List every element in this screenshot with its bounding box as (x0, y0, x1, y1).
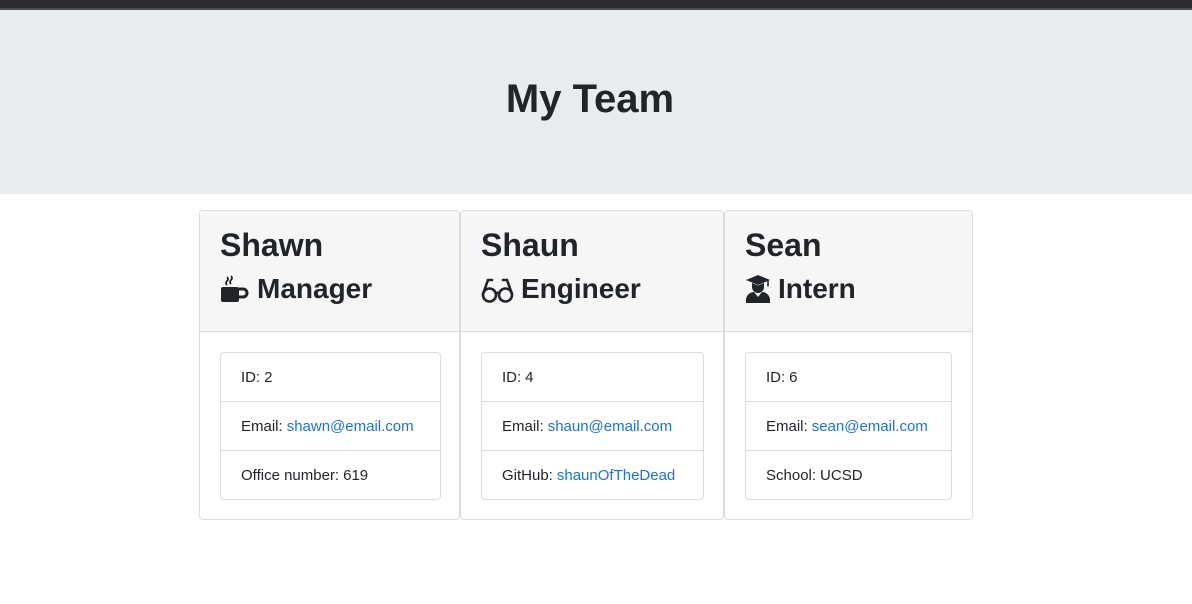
card-header: Sean Intern (725, 211, 972, 332)
employee-card-intern: Sean Intern ID: 6 Email: sean@email.com … (724, 210, 973, 520)
employee-role: Engineer (481, 272, 703, 306)
card-body: ID: 2 Email: shawn@email.com Office numb… (200, 332, 459, 500)
card-body: ID: 6 Email: sean@email.com School: UCSD (725, 332, 972, 500)
id-item: ID: 2 (221, 353, 440, 402)
employee-role: Manager (220, 272, 439, 306)
email-item: Email: sean@email.com (746, 402, 951, 451)
glasses-icon (481, 274, 514, 304)
id-value: 2 (264, 368, 273, 386)
card-header: Shawn Manager (200, 211, 459, 332)
card-header: Shaun Engineer (461, 211, 723, 332)
info-list: ID: 2 Email: shawn@email.com Office numb… (220, 352, 441, 500)
email-label: Email: (766, 417, 808, 435)
employee-name: Shaun (481, 227, 579, 263)
id-item: ID: 6 (746, 353, 951, 402)
role-label: Intern (778, 273, 856, 304)
office-number-value: 619 (343, 466, 369, 484)
email-item: Email: shaun@email.com (482, 402, 703, 451)
card-body: ID: 4 Email: shaun@email.com GitHub: sha… (461, 332, 723, 500)
id-value: 6 (789, 368, 798, 386)
info-list: ID: 4 Email: shaun@email.com GitHub: sha… (481, 352, 704, 500)
page-title: My Team (505, 76, 675, 121)
id-value: 4 (525, 368, 534, 386)
page-header: My Team (0, 10, 1192, 194)
email-label: Email: (502, 417, 544, 435)
employee-name: Shawn (220, 227, 324, 263)
office-number-item: Office number: 619 (221, 451, 440, 499)
email-link[interactable]: shawn@email.com (287, 418, 414, 435)
employee-card-engineer: Shaun Engineer ID: 4 Email: shaun@email.… (460, 210, 724, 520)
role-label: Engineer (521, 273, 641, 304)
id-item: ID: 4 (482, 353, 703, 402)
id-label: ID: (241, 368, 261, 386)
coffee-icon (220, 274, 250, 304)
email-link[interactable]: sean@email.com (812, 418, 928, 435)
info-list: ID: 6 Email: sean@email.com School: UCSD (745, 352, 952, 500)
browser-top-bar (0, 0, 1192, 10)
graduate-icon (745, 274, 771, 304)
email-link[interactable]: shaun@email.com (548, 418, 672, 435)
school-item: School: UCSD (746, 451, 951, 499)
school-label: School: (766, 466, 817, 484)
id-label: ID: (766, 368, 786, 386)
id-label: ID: (502, 368, 522, 386)
team-cards: Shawn Manager ID: 2 Email: shawn@email.c… (199, 210, 973, 520)
office-number-label: Office number: (241, 466, 340, 484)
github-link[interactable]: shaunOfTheDead (557, 467, 675, 484)
email-item: Email: shawn@email.com (221, 402, 440, 451)
role-label: Manager (257, 273, 373, 304)
email-label: Email: (241, 417, 283, 435)
employee-role: Intern (745, 272, 952, 306)
employee-name: Sean (745, 227, 822, 263)
github-label: GitHub: (502, 466, 553, 484)
school-value: UCSD (820, 466, 863, 484)
github-item: GitHub: shaunOfTheDead (482, 451, 703, 499)
employee-card-manager: Shawn Manager ID: 2 Email: shawn@email.c… (199, 210, 460, 520)
